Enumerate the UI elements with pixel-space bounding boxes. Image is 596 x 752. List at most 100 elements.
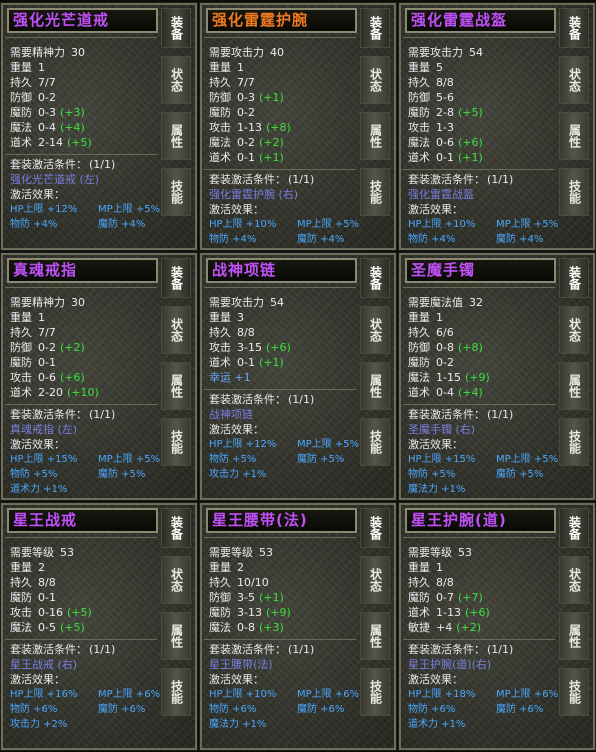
stat-row: 魔法 0-8 (+3) [209, 620, 359, 635]
tab-attributes[interactable]: 属性 [360, 112, 390, 160]
stat-label: 道术 [408, 386, 430, 399]
effect-value: 魔法力 +1% [209, 719, 267, 730]
effect-row: 魔法力 +1% [209, 717, 361, 732]
stat-row: 防御 0-2 (+2) [10, 340, 160, 355]
set-count: (1/1) [89, 158, 116, 171]
stat-label: 魔法 [10, 621, 32, 634]
stat-label: 持久 [408, 326, 430, 339]
tab-status[interactable]: 状态 [559, 306, 589, 354]
set-item-name: 战神项链 [209, 408, 253, 421]
effect-value: MP上限 +6% [98, 689, 161, 700]
effect-value: 物防 +4% [10, 219, 58, 230]
side-tab-bar: 装备 状态 属性 技能 [360, 508, 392, 746]
set-bonus-section: 套装激活条件： (1/1) 战神项链 激活效果： HP上限 +12% MP上限 +5% 物防… [209, 392, 361, 482]
stat-row: 重量 3 [209, 310, 359, 325]
stat-bonus: (+5) [59, 621, 85, 634]
stat-row: 攻击 0-6 (+6) [10, 370, 160, 385]
tab-status[interactable]: 状态 [360, 56, 390, 104]
effect-value: 物防 +6% [10, 704, 58, 715]
tab-skills[interactable]: 技能 [559, 418, 589, 466]
stat-value: 1 [38, 311, 45, 324]
effect-label: 激活效果： [10, 673, 65, 686]
item-stats-list: 需要等级 53 重量 2 持久 8/8 魔防 0-1 攻击 0-16 (+5) 魔法 0-5 (+5) [10, 545, 160, 635]
set-condition-row: 套装激活条件： (1/1) [10, 407, 162, 422]
side-tab-bar: 装备 状态 属性 技能 [360, 258, 392, 496]
effect-label: 激活效果： [10, 188, 65, 201]
stat-bonus: (+2) [59, 341, 85, 354]
stat-row: 持久 8/8 [10, 575, 160, 590]
stat-row: 防御 0-3 (+1) [209, 90, 359, 105]
effect-value: 物防 +5% [10, 469, 58, 480]
stat-value: 6/6 [436, 326, 454, 339]
stat-row: 需要精神力 30 [10, 295, 160, 310]
tab-status[interactable]: 状态 [559, 56, 589, 104]
tab-attributes[interactable]: 属性 [360, 362, 390, 410]
item-name-title: 圣魔手镯 [405, 258, 556, 283]
title-divider [5, 537, 157, 538]
stat-value: 2 [38, 561, 45, 574]
tab-status[interactable]: 状态 [161, 56, 191, 104]
tab-status[interactable]: 状态 [360, 306, 390, 354]
item-tooltip-card: 星王护腕(道) 需要等级 53 重量 1 持久 8/8 魔防 0-7 (+7) 道术 1-13 (+6)… [398, 502, 596, 751]
effect-value: 魔法力 +1% [408, 484, 466, 495]
tab-equipment[interactable]: 装备 [161, 258, 191, 298]
stat-bonus: (+9) [265, 606, 291, 619]
title-divider [403, 37, 555, 38]
stat-row: 持久 8/8 [408, 75, 558, 90]
effect-row: 物防 +6% 魔防 +6% [408, 702, 560, 717]
tab-status[interactable]: 状态 [559, 556, 589, 604]
tab-status[interactable]: 状态 [360, 556, 390, 604]
tab-equipment[interactable]: 装备 [360, 508, 390, 548]
stat-label: 魔防 [408, 591, 430, 604]
set-condition-label: 套装激活条件： [408, 408, 485, 421]
effect-row: 物防 +5% 魔防 +5% [209, 452, 361, 467]
stat-label: 攻击 [10, 371, 32, 384]
stat-value: 8/8 [436, 76, 454, 89]
tab-status[interactable]: 状态 [161, 556, 191, 604]
tab-attributes[interactable]: 属性 [161, 612, 191, 660]
tab-skills[interactable]: 技能 [161, 668, 191, 716]
tab-attributes[interactable]: 属性 [559, 612, 589, 660]
tab-skills[interactable]: 技能 [161, 418, 191, 466]
stat-label: 重量 [209, 311, 231, 324]
tab-equipment[interactable]: 装备 [559, 8, 589, 48]
tab-equipment[interactable]: 装备 [360, 8, 390, 48]
effect-value: MP上限 +5% [496, 219, 559, 230]
tab-equipment[interactable]: 装备 [559, 508, 589, 548]
stat-value: 54 [270, 296, 284, 309]
tab-attributes[interactable]: 属性 [161, 112, 191, 160]
effect-value: 物防 +4% [209, 234, 257, 245]
tab-status[interactable]: 状态 [161, 306, 191, 354]
tab-skills[interactable]: 技能 [559, 668, 589, 716]
set-bonus-section: 套装激活条件： (1/1) 强化雷霆战盔 激活效果： HP上限 +10% MP上限 +5%… [408, 172, 560, 247]
tab-skills[interactable]: 技能 [360, 668, 390, 716]
side-tab-bar: 装备 状态 属性 技能 [559, 8, 591, 246]
tab-equipment[interactable]: 装备 [559, 258, 589, 298]
stat-row: 持久 7/7 [10, 75, 160, 90]
stat-value: 3-13 [237, 606, 262, 619]
tab-skills[interactable]: 技能 [360, 168, 390, 216]
effect-value: 魔防 +4% [496, 234, 544, 245]
tab-attributes[interactable]: 属性 [559, 362, 589, 410]
stat-row: 重量 5 [408, 60, 558, 75]
effect-row: HP上限 +10% MP上限 +5% [209, 217, 361, 232]
tab-equipment[interactable]: 装备 [161, 508, 191, 548]
tab-attributes[interactable]: 属性 [360, 612, 390, 660]
effect-row: 物防 +5% 魔防 +5% [408, 467, 560, 482]
stat-bonus: (+2) [456, 621, 482, 634]
tab-equipment[interactable]: 装备 [161, 8, 191, 48]
tab-equipment[interactable]: 装备 [360, 258, 390, 298]
tab-attributes[interactable]: 属性 [161, 362, 191, 410]
effect-value: HP上限 +18% [408, 689, 476, 700]
tab-attributes[interactable]: 属性 [559, 112, 589, 160]
tab-skills[interactable]: 技能 [559, 168, 589, 216]
stat-label: 魔法 [209, 136, 231, 149]
stat-label: 防御 [10, 341, 32, 354]
stat-label: 持久 [10, 576, 32, 589]
tab-skills[interactable]: 技能 [360, 418, 390, 466]
tab-skills[interactable]: 技能 [161, 168, 191, 216]
stat-label: 防御 [209, 591, 231, 604]
stat-label: 道术 [10, 386, 32, 399]
title-divider [403, 537, 555, 538]
stat-row: 持久 6/6 [408, 325, 558, 340]
